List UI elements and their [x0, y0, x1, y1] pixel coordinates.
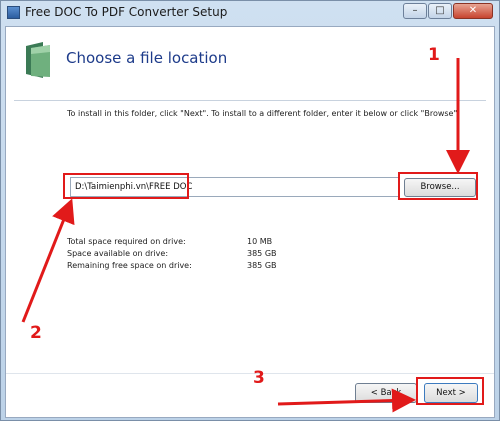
- arrow-to-next: [277, 388, 416, 413]
- annotation-arrows: [21, 58, 470, 413]
- arrow-to-path: [21, 198, 75, 323]
